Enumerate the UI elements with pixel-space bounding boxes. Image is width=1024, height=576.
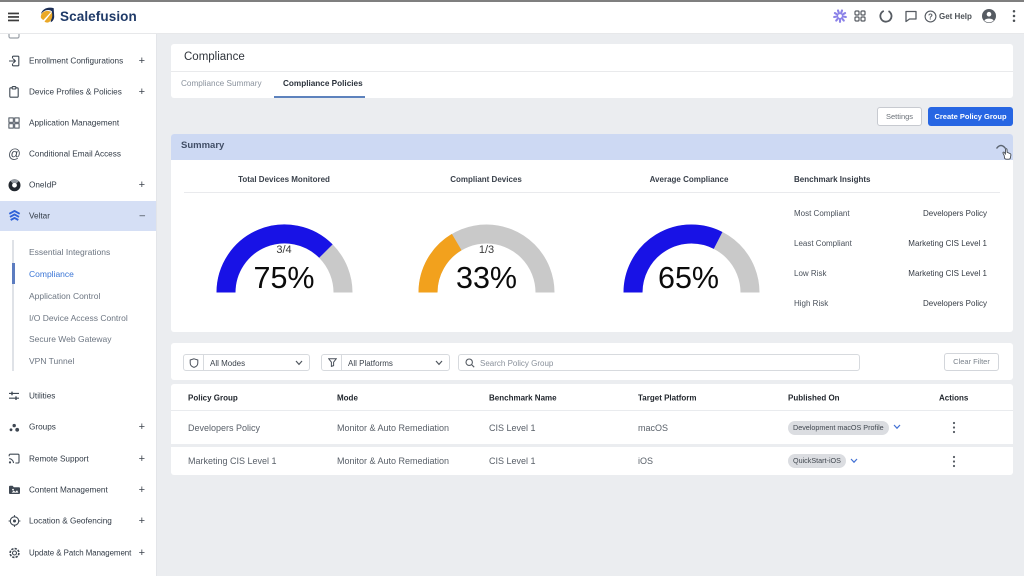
svg-text:?: ? xyxy=(928,12,933,21)
svg-text:@: @ xyxy=(8,147,21,160)
